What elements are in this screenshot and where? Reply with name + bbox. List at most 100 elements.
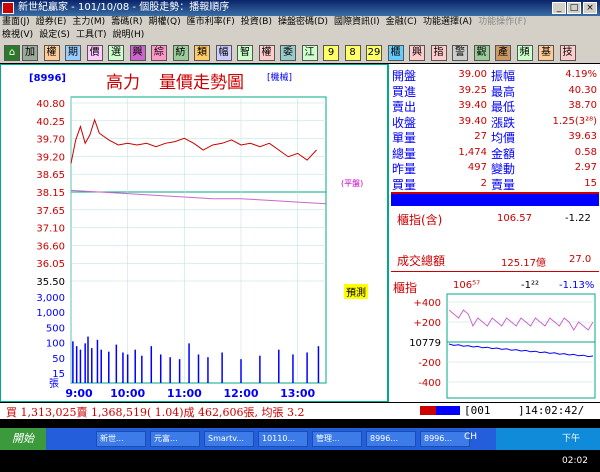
- price-tick-label: 40.25: [36, 117, 65, 128]
- toolbar-button[interactable]: 產: [495, 45, 511, 61]
- quote-label: 昨量: [392, 162, 417, 176]
- taskbar-item[interactable]: 8996...: [420, 431, 470, 447]
- quote-label: 收盤: [392, 115, 417, 130]
- menu-item[interactable]: 操盤密碼(D): [278, 17, 328, 27]
- quote-label: 漲跌: [491, 115, 516, 130]
- quote-value: 1,474: [458, 146, 487, 158]
- toolbar-button[interactable]: 8: [344, 45, 361, 61]
- menu-item[interactable]: 說明(H): [112, 30, 144, 40]
- toolbar-button[interactable]: 幅: [215, 45, 232, 61]
- toolbar-button[interactable]: 綜: [151, 45, 167, 61]
- input-method[interactable]: CH: [464, 432, 477, 442]
- toolbar-button[interactable]: 警: [452, 45, 468, 61]
- toolbar-button[interactable]: 技: [559, 45, 576, 61]
- status-bar: 買 1,313,025賣 1,368,519( 1.04)成 462,606張,…: [0, 403, 600, 419]
- mini-index-change: -1²²: [521, 280, 539, 291]
- maximize-button[interactable]: □: [567, 2, 581, 14]
- toolbar-button[interactable]: 選: [108, 45, 124, 61]
- quote-label: 開盤: [392, 69, 417, 83]
- stock-code-field[interactable]: [001: [464, 404, 491, 417]
- menu-item[interactable]: 投資(B): [241, 17, 272, 27]
- toolbar-button[interactable]: 指: [430, 45, 447, 61]
- taskbar-item[interactable]: 管理...: [312, 431, 362, 447]
- mini-tick-label: 10779: [409, 338, 441, 349]
- quote-label: 均價: [491, 131, 516, 145]
- home-icon[interactable]: ⌂: [4, 45, 20, 61]
- menu-item[interactable]: 功能選擇(A): [423, 17, 472, 27]
- taskbar-item[interactable]: 元富...: [150, 431, 200, 447]
- toolbar-button[interactable]: 紡: [172, 45, 189, 61]
- toolbar: ⌂ 加權期價選興綜紡類幅智權委江 9 8 29 櫃興指警觀產頻基技: [0, 44, 600, 63]
- menu-item[interactable]: 匯市利率(F): [187, 17, 235, 27]
- turnover-value: 125.17億: [501, 258, 546, 269]
- toolbar-button[interactable]: 期: [65, 45, 81, 61]
- menu-item[interactable]: 工具(T): [76, 30, 107, 40]
- quote-value: 40.30: [568, 84, 597, 96]
- quote-label: 振幅: [491, 69, 516, 83]
- menu-item[interactable]: 設定(S): [39, 30, 70, 40]
- taskbar-item[interactable]: 新世...: [96, 431, 146, 447]
- menu-item[interactable]: 籌碼(R): [111, 17, 142, 27]
- toolbar-button[interactable]: 櫃: [387, 45, 404, 61]
- toolbar-button[interactable]: 權: [258, 45, 275, 61]
- time-tick-label: 11:00: [167, 387, 202, 400]
- quote-label: 單量: [392, 131, 417, 145]
- toolbar-button[interactable]: 興: [129, 45, 146, 61]
- price-tick-label: 36.60: [36, 241, 65, 252]
- toolbar-button[interactable]: 29: [366, 45, 382, 61]
- toolbar-button[interactable]: 興: [409, 45, 425, 61]
- quote-label: 買進: [392, 84, 417, 99]
- toolbar-button[interactable]: 加: [22, 45, 38, 61]
- quote-label: 賣量: [491, 177, 516, 192]
- mini-index-line: [448, 343, 594, 358]
- start-button[interactable]: 開始: [0, 428, 46, 450]
- taskbar-item[interactable]: 8996...: [366, 431, 416, 447]
- toolbar-button[interactable]: 9: [323, 45, 339, 61]
- quote-value: 2.97: [574, 162, 597, 173]
- price-tick-label: 39.70: [36, 135, 65, 146]
- trade-ratio-bar: [420, 406, 460, 415]
- menu-item[interactable]: 證券(E): [36, 17, 67, 27]
- menu-item[interactable]: 期權(Q): [148, 17, 180, 27]
- toolbar-button[interactable]: 價: [86, 45, 103, 61]
- taskbar: 開始 新世... 元富... Smartv... 10110... 管理... 8996.…: [0, 428, 600, 466]
- minimize-button[interactable]: _: [552, 2, 566, 14]
- toolbar-button[interactable]: 頻: [516, 45, 533, 61]
- mini-tick-label: -200: [418, 358, 441, 369]
- toolbar-button[interactable]: 權: [43, 45, 60, 61]
- taskbar-item[interactable]: 10110...: [258, 431, 308, 447]
- price-tick-label: 36.05: [36, 259, 65, 270]
- volume-tick-label: 1,000: [36, 308, 65, 319]
- turnover-extra: 27.0: [569, 254, 592, 265]
- mini-index-chart: +400 +200 10779 -200 -400: [409, 293, 596, 399]
- price-tick-label: 38.15: [36, 188, 65, 199]
- quote-value: 39.00: [458, 69, 487, 80]
- quote-value: 39.63: [568, 131, 597, 142]
- menu-row-1: 畫面(J) 證券(E) 主力(M) 籌碼(R) 期權(Q) 匯市利率(F) 投資(B) 操盤密…: [2, 16, 532, 29]
- toolbar-button[interactable]: 智: [237, 45, 253, 61]
- quote-value: 38.70: [568, 100, 597, 111]
- quote-label: 買量: [392, 177, 417, 192]
- taskbar-item[interactable]: Smartv...: [204, 431, 254, 447]
- toolbar-button[interactable]: 觀: [473, 45, 490, 61]
- trade-summary: 買 1,313,025賣 1,368,519( 1.04)成 462,606張,…: [6, 406, 305, 419]
- system-clock: 下午 02:02: [496, 428, 600, 466]
- price-volume-chart: [8996] 高力 量價走勢圖 [機械] (平盤) 預測 40.80 40.25 3…: [0, 64, 388, 402]
- close-button[interactable]: ×: [583, 2, 597, 14]
- window-title: 新世紀贏家 - 101/10/08 - 個股走勢：播報順序: [18, 2, 230, 13]
- menu-item[interactable]: 主力(M): [72, 17, 105, 27]
- menu-item[interactable]: 畫面(J): [2, 17, 30, 27]
- quote-value: 27: [474, 131, 487, 142]
- chart-canvas: 40.80 40.25 39.70 39.20 38.65 38.15 37.65 37.10…: [36, 96, 327, 400]
- toolbar-button[interactable]: 委: [280, 45, 296, 61]
- menu-item[interactable]: 金融(C): [386, 17, 417, 27]
- toolbar-button[interactable]: 類: [194, 45, 210, 61]
- toolbar-button[interactable]: 江: [301, 45, 318, 61]
- menu-item[interactable]: 功能操作(F): [478, 17, 526, 27]
- quote-divider: [391, 192, 599, 206]
- menu-item[interactable]: 檢視(V): [2, 30, 33, 40]
- quote-panel: 開盤 39.00 買進 39.25 賣出 39.40 收盤 39.40 單量 27 總量 1,474 昨…: [388, 64, 600, 402]
- menu-item[interactable]: 國際資訊(I): [334, 17, 380, 27]
- toolbar-button[interactable]: 基: [538, 45, 554, 61]
- turnover-label: 成交總額: [397, 254, 446, 268]
